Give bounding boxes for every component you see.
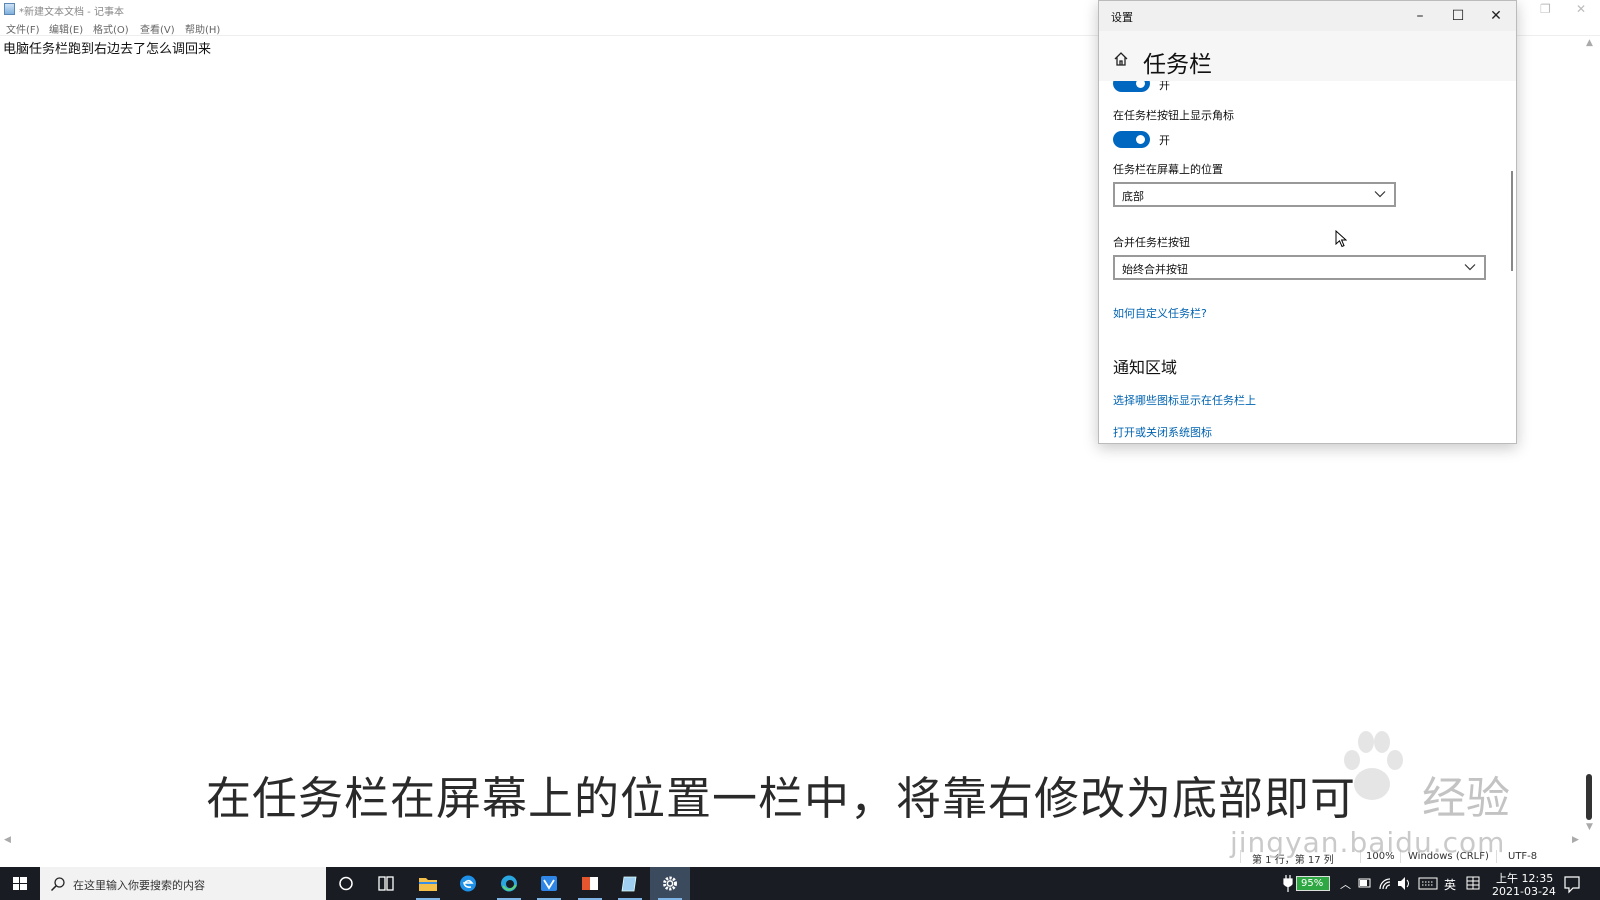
menu-file[interactable]: 文件(F)	[6, 21, 40, 36]
status-encoding: UTF-8	[1508, 851, 1538, 862]
taskbar-search-box[interactable]: 在这里输入你要搜索的内容	[40, 867, 326, 900]
screen: *新建文本文档 - 记事本 ❐ ✕ 文件(F) 编辑(E) 格式(O) 查看(V…	[0, 0, 1600, 900]
minimize-icon[interactable]: –	[1405, 5, 1435, 27]
chevron-down-icon	[1464, 264, 1476, 271]
vertical-scrollbar[interactable]: ▲ ▼	[1583, 36, 1600, 836]
scroll-up-icon[interactable]: ▲	[1586, 38, 1593, 48]
system-icons-link[interactable]: 打开或关闭系统图标	[1113, 424, 1212, 440]
close-icon[interactable]: ✕	[1481, 5, 1511, 27]
home-icon[interactable]	[1113, 51, 1129, 67]
toggle-state: 开	[1159, 81, 1170, 92]
watermark-url: jingyan.baidu.com	[1230, 826, 1506, 859]
notepad-title: *新建文本文档 - 记事本	[19, 7, 124, 18]
settings-header: 任务栏	[1099, 31, 1516, 81]
scroll-thumb[interactable]	[1586, 774, 1592, 820]
battery-indicator[interactable]: 95%	[1296, 876, 1330, 891]
menu-edit[interactable]: 编辑(E)	[49, 21, 83, 36]
scroll-right-icon[interactable]: ▶	[1572, 835, 1579, 845]
restore-icon[interactable]: ❐	[1540, 2, 1551, 16]
settings-window-title: 设置	[1111, 11, 1133, 24]
power-plug-icon[interactable]	[1282, 867, 1294, 900]
notepad-icon[interactable]	[610, 867, 650, 900]
scroll-left-icon[interactable]: ◀	[4, 835, 11, 845]
baidu-paw-watermark-icon	[1344, 731, 1403, 800]
search-placeholder: 在这里输入你要搜索的内容	[73, 879, 205, 892]
clock-date[interactable]: 2021-03-24	[1492, 885, 1556, 898]
cortana-icon[interactable]	[326, 867, 366, 900]
position-value: 底部	[1122, 190, 1144, 203]
watermark-text: 经验	[1422, 773, 1510, 824]
mouse-cursor-icon	[1335, 230, 1347, 248]
notify-icons-link[interactable]: 选择哪些图标显示在任务栏上	[1113, 392, 1256, 408]
battery-icon[interactable]	[1358, 867, 1372, 900]
combine-value: 始终合并按钮	[1122, 263, 1188, 276]
settings-content: 开 在任务栏按钮上显示角标 开 任务栏在屏幕上的位置 底部 合并任务栏按钮 始终…	[1099, 81, 1516, 443]
edge-legacy-icon[interactable]	[448, 867, 488, 900]
battery-percent: 95%	[1301, 878, 1324, 889]
toggle-switch[interactable]	[1113, 81, 1150, 92]
clock-time[interactable]: 上午 12:35	[1496, 870, 1553, 886]
office-icon[interactable]	[570, 867, 610, 900]
video-caption: 在任务栏在屏幕上的位置一栏中，将靠右修改为底部即可	[206, 772, 1357, 825]
keyboard-icon[interactable]	[1418, 867, 1438, 900]
maximize-icon[interactable]: ☐	[1443, 5, 1473, 27]
settings-titlebar[interactable]: 设置 – ☐ ✕	[1099, 1, 1516, 31]
search-icon	[50, 877, 65, 892]
badge-toggle[interactable]	[1113, 131, 1150, 148]
notepad-text-area[interactable]: 电脑任务栏跑到右边去了怎么调回来	[3, 38, 211, 57]
badge-state: 开	[1159, 134, 1170, 147]
help-link[interactable]: 如何自定义任务栏?	[1113, 305, 1207, 321]
settings-icon[interactable]	[650, 867, 690, 900]
volume-icon[interactable]	[1397, 867, 1411, 900]
file-explorer-icon[interactable]	[408, 867, 448, 900]
menu-view[interactable]: 查看(V)	[140, 21, 175, 36]
scroll-down-icon[interactable]: ▼	[1586, 822, 1593, 832]
settings-scrollbar[interactable]	[1511, 171, 1513, 271]
ime-grid-icon[interactable]	[1466, 867, 1480, 900]
notepad-icon	[4, 3, 15, 15]
position-label: 任务栏在屏幕上的位置	[1113, 163, 1223, 176]
ime-language[interactable]: 英	[1444, 876, 1456, 900]
action-center-icon[interactable]	[1564, 867, 1580, 900]
combine-label: 合并任务栏按钮	[1113, 236, 1190, 249]
taskbar: 在这里输入你要搜索的内容 95% ︿ 英 上午 12:35 2021-03-24	[0, 867, 1600, 900]
edge-icon[interactable]	[489, 867, 529, 900]
combine-dropdown[interactable]: 始终合并按钮	[1113, 255, 1486, 280]
windows-start-icon[interactable]	[0, 867, 40, 900]
menu-help[interactable]: 帮助(H)	[185, 21, 220, 36]
settings-window: 设置 – ☐ ✕ 任务栏 开 在任务栏按钮上显示角标 开 任务栏在屏幕上的位置 …	[1098, 0, 1517, 444]
chevron-down-icon	[1374, 191, 1386, 198]
close-icon[interactable]: ✕	[1576, 2, 1586, 16]
app-icon[interactable]	[529, 867, 569, 900]
menu-format[interactable]: 格式(O)	[93, 21, 129, 36]
badge-label: 在任务栏按钮上显示角标	[1113, 109, 1234, 122]
position-dropdown[interactable]: 底部	[1113, 182, 1396, 207]
page-title: 任务栏	[1143, 52, 1212, 78]
task-view-icon[interactable]	[366, 867, 406, 900]
notify-heading: 通知区域	[1113, 358, 1178, 377]
wifi-icon[interactable]	[1378, 867, 1392, 900]
chevron-up-icon[interactable]: ︿	[1340, 876, 1351, 900]
